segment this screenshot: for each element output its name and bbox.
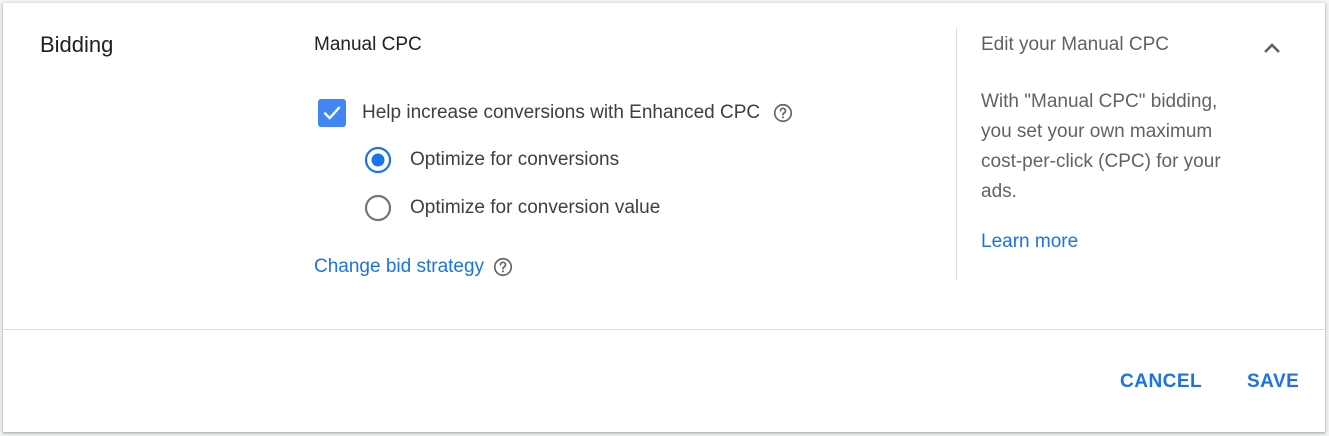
vertical-divider (956, 28, 957, 280)
radio-option-conversions[interactable]: Optimize for conversions (364, 146, 619, 174)
enhanced-cpc-checkbox[interactable] (318, 99, 346, 127)
enhanced-cpc-row: Help increase conversions with Enhanced … (318, 99, 794, 127)
help-circle-icon[interactable] (492, 256, 514, 278)
change-bid-strategy-link[interactable]: Change bid strategy (314, 256, 484, 278)
radio-label: Optimize for conversion value (410, 197, 661, 218)
bid-strategy-name: Manual CPC (314, 34, 422, 55)
radio-option-conversion-value[interactable]: Optimize for conversion value (364, 194, 660, 222)
chevron-up-icon (1264, 43, 1280, 53)
help-panel-title: Edit your Manual CPC (981, 34, 1169, 55)
radio-label: Optimize for conversions (410, 149, 620, 170)
enhanced-cpc-label: Help increase conversions with Enhanced … (362, 102, 761, 123)
cancel-button[interactable]: CANCEL (1120, 371, 1202, 393)
collapse-button[interactable] (1256, 32, 1288, 64)
help-panel-body: With "Manual CPC" bidding, you set your … (981, 91, 1221, 202)
learn-more-link[interactable]: Learn more (981, 231, 1078, 253)
section-label: Bidding (40, 32, 114, 57)
check-icon (323, 106, 341, 120)
radio-unselected-icon[interactable] (364, 194, 392, 222)
help-circle-icon[interactable] (772, 102, 794, 124)
save-button[interactable]: SAVE (1247, 371, 1299, 393)
change-bid-strategy-row: Change bid strategy (314, 256, 514, 278)
radio-selected-icon[interactable] (364, 146, 392, 174)
footer-divider (3, 329, 1325, 330)
bidding-settings-card: Bidding Manual CPC Help increase convers… (3, 3, 1325, 432)
